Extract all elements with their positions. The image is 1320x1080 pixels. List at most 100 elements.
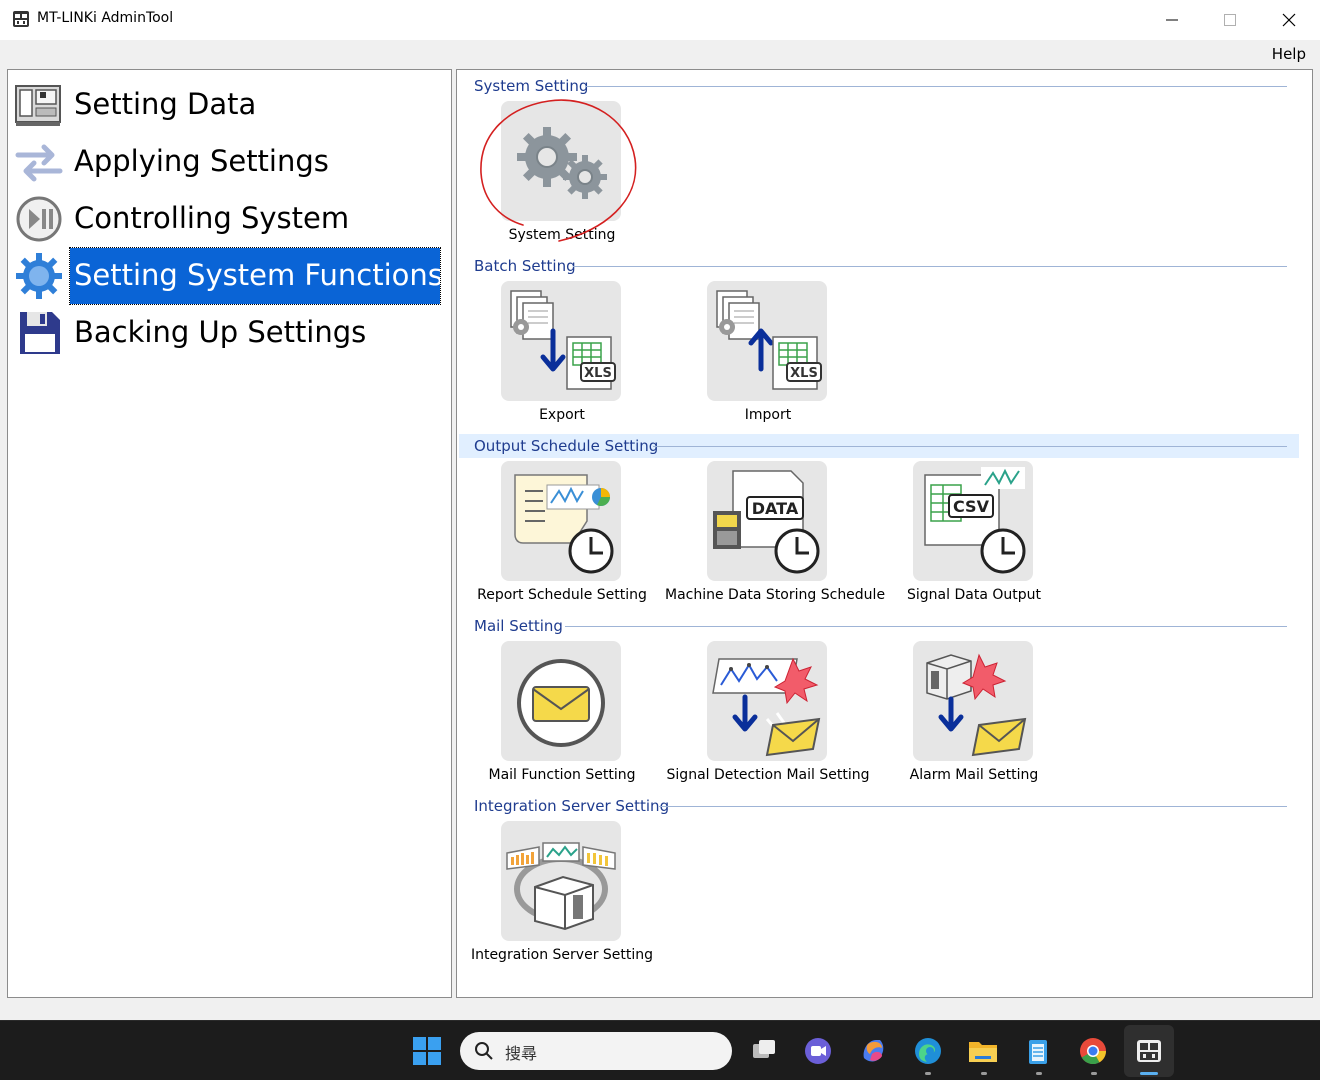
minimize-button[interactable] bbox=[1143, 0, 1201, 40]
mtlinki-taskbar-button[interactable] bbox=[1124, 1025, 1174, 1077]
nav-label: Setting Data bbox=[74, 87, 257, 121]
running-indicator bbox=[925, 1072, 931, 1075]
tile-icon-box bbox=[501, 821, 621, 941]
search-placeholder: 搜尋 bbox=[505, 1044, 538, 1063]
task-view-button[interactable] bbox=[744, 1031, 784, 1071]
tile-mail-function-setting[interactable]: Mail Function Setting bbox=[459, 641, 659, 806]
windows-logo-icon bbox=[413, 1037, 441, 1065]
section-title: Mail Setting bbox=[474, 617, 563, 635]
csv-clock-icon: CSV bbox=[924, 467, 1026, 574]
machine-icon bbox=[15, 85, 61, 126]
tile-export[interactable]: XLS Export bbox=[459, 281, 659, 446]
taskbar: 搜尋 bbox=[0, 1020, 1320, 1080]
tile-system-setting[interactable]: System Setting bbox=[459, 99, 659, 266]
svg-text:XLS: XLS bbox=[584, 366, 612, 381]
navigation-panel: Setting Data Applying Settings Controlli… bbox=[7, 69, 452, 998]
nav-item-backing-up-settings[interactable]: Backing Up Settings bbox=[12, 304, 442, 360]
tile-signal-data-output[interactable]: CSV Signal Data Output bbox=[871, 461, 1071, 626]
notepad-icon bbox=[1029, 1040, 1047, 1064]
tile-icon-box: XLS bbox=[501, 281, 621, 401]
chat-icon bbox=[805, 1038, 831, 1064]
envelope-icon bbox=[517, 659, 605, 747]
maximize-icon bbox=[1224, 14, 1236, 26]
minimize-icon bbox=[1166, 19, 1178, 21]
section-divider bbox=[585, 86, 1287, 87]
nav-label: Controlling System bbox=[74, 201, 350, 235]
tile-alarm-mail-setting[interactable]: Alarm Mail Setting bbox=[871, 641, 1071, 806]
title-bar: MT-LINKi AdminTool bbox=[0, 0, 1320, 40]
section-divider bbox=[573, 266, 1287, 267]
tile-icon-box: CSV bbox=[913, 461, 1033, 581]
nav-item-setting-data[interactable]: Setting Data bbox=[12, 76, 442, 132]
tile-machine-data-storing-schedule[interactable]: DATA Machine Data Storing Schedule bbox=[665, 461, 885, 626]
signal-mail-icon bbox=[712, 657, 821, 757]
nav-item-controlling-system[interactable]: Controlling System bbox=[12, 190, 442, 246]
tile-label: Integration Server Setting bbox=[470, 947, 654, 963]
tile-label: Machine Data Storing Schedule bbox=[665, 587, 886, 603]
status-strip bbox=[7, 1000, 1313, 1020]
tile-label: Signal Data Output bbox=[907, 587, 1041, 603]
section-title: Batch Setting bbox=[474, 257, 576, 275]
tile-icon-box bbox=[501, 461, 621, 581]
tile-icon-box bbox=[913, 641, 1033, 761]
gear-icon bbox=[16, 253, 62, 299]
section-output-schedule-setting: Output Schedule Setting bbox=[459, 434, 1299, 458]
search-icon bbox=[475, 1042, 493, 1060]
server-integration-icon bbox=[506, 842, 616, 931]
section-batch-setting: Batch Setting bbox=[459, 254, 1299, 278]
tile-signal-detection-mail-setting[interactable]: Signal Detection Mail Setting bbox=[665, 641, 869, 806]
nav-item-setting-system-functions[interactable]: Setting System Functions bbox=[12, 247, 443, 305]
tile-label: Alarm Mail Setting bbox=[909, 767, 1039, 783]
chrome-button[interactable] bbox=[1073, 1031, 1113, 1071]
tile-icon-box bbox=[707, 641, 827, 761]
svg-text:XLS: XLS bbox=[790, 366, 818, 381]
start-button[interactable] bbox=[407, 1031, 447, 1071]
taskbar-search[interactable]: 搜尋 bbox=[460, 1032, 732, 1070]
nav-item-applying-settings[interactable]: Applying Settings bbox=[12, 133, 442, 189]
tile-label: Signal Detection Mail Setting bbox=[666, 767, 870, 783]
section-mail-setting: Mail Setting bbox=[459, 614, 1299, 638]
edge-button[interactable] bbox=[908, 1031, 948, 1071]
nav-label: Backing Up Settings bbox=[74, 315, 367, 349]
teams-chat-button[interactable] bbox=[798, 1031, 838, 1071]
section-divider bbox=[653, 446, 1287, 447]
close-icon bbox=[1282, 13, 1296, 27]
svg-text:CSV: CSV bbox=[953, 497, 990, 516]
tile-integration-server-setting[interactable]: Integration Server Setting bbox=[459, 821, 659, 986]
section-title: Output Schedule Setting bbox=[474, 437, 659, 455]
tile-import[interactable]: XLS Import bbox=[665, 281, 865, 446]
play-pause-icon bbox=[16, 196, 62, 242]
running-indicator bbox=[1036, 1072, 1042, 1075]
data-clock-icon: DATA bbox=[713, 470, 820, 574]
running-indicator bbox=[1091, 1072, 1097, 1075]
floppy-disk-icon bbox=[20, 312, 60, 354]
transfer-arrows-icon bbox=[15, 144, 63, 182]
tile-icon-box: XLS bbox=[707, 281, 827, 401]
functions-panel: System Setting System Setting Batch Sett… bbox=[456, 69, 1313, 998]
notepad-button[interactable] bbox=[1018, 1031, 1058, 1071]
mtlinki-app-icon bbox=[1137, 1040, 1161, 1062]
window-title: MT-LINKi AdminTool bbox=[37, 10, 174, 26]
copilot-icon bbox=[863, 1040, 884, 1062]
copilot-button[interactable] bbox=[853, 1031, 893, 1071]
menu-bar: Help bbox=[0, 40, 1320, 68]
nav-label: Setting System Functions bbox=[69, 247, 443, 305]
import-xls-icon: XLS bbox=[716, 290, 822, 390]
active-indicator bbox=[1140, 1072, 1158, 1075]
running-indicator bbox=[981, 1072, 987, 1075]
annotation-circle bbox=[480, 99, 637, 242]
edge-browser-icon bbox=[915, 1038, 941, 1064]
tile-report-schedule-setting[interactable]: Report Schedule Setting bbox=[459, 461, 659, 626]
section-integration-server-setting: Integration Server Setting bbox=[459, 794, 1299, 818]
help-menu[interactable]: Help bbox=[1272, 45, 1306, 63]
maximize-button[interactable] bbox=[1201, 0, 1259, 40]
report-clock-icon bbox=[514, 474, 614, 574]
alarm-mail-icon bbox=[926, 653, 1027, 757]
section-title: Integration Server Setting bbox=[474, 797, 670, 815]
section-divider bbox=[565, 626, 1287, 627]
file-explorer-button[interactable] bbox=[963, 1031, 1003, 1071]
task-view-icon bbox=[753, 1040, 775, 1058]
tile-label: Import bbox=[744, 407, 792, 423]
close-button[interactable] bbox=[1260, 0, 1318, 40]
nav-label: Applying Settings bbox=[74, 144, 329, 178]
